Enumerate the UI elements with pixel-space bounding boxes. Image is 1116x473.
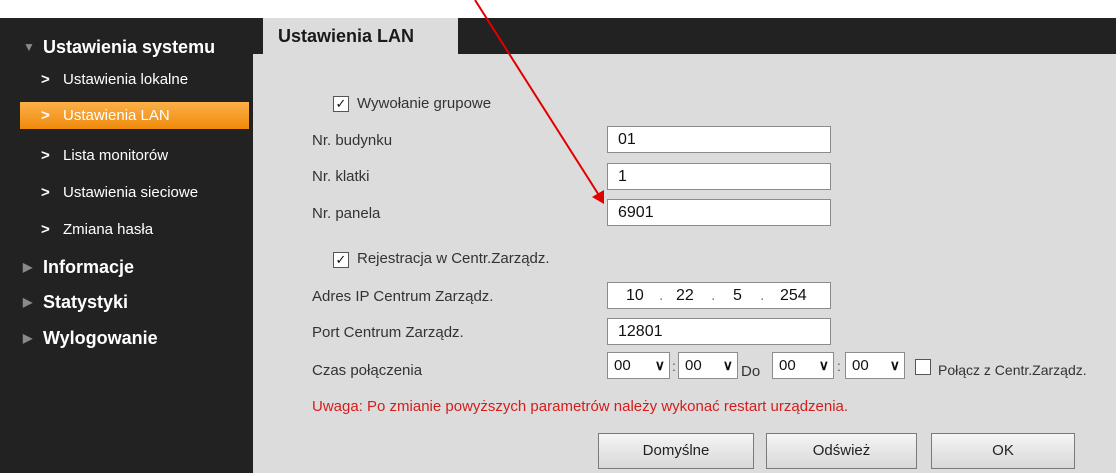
- register-checkbox[interactable]: ✓: [333, 252, 349, 268]
- collapsed-triangle-icon: ▶: [23, 295, 33, 309]
- to-minute-select[interactable]: 00 ∨: [845, 352, 905, 379]
- menu-system-settings[interactable]: ▼ Ustawienia systemu: [0, 32, 253, 62]
- sidebar-item-lan-settings[interactable]: > Ustawienia LAN: [20, 102, 249, 129]
- chevron-right-icon: >: [41, 221, 50, 238]
- building-number-input[interactable]: 01: [607, 126, 831, 153]
- mgmt-ip-input[interactable]: 10 . 22 . 5 . 254: [607, 282, 831, 309]
- sidebar-item-label: Ustawienia lokalne: [63, 71, 189, 88]
- to-label: Do: [741, 363, 761, 380]
- sidebar-item-label: Lista monitorów: [63, 147, 169, 164]
- ip-dot: .: [711, 287, 716, 304]
- from-hour-select[interactable]: 00 ∨: [607, 352, 670, 379]
- sidebar-item-local-settings[interactable]: > Ustawienia lokalne: [20, 66, 249, 93]
- panel-number-label: Nr. panela: [312, 205, 381, 222]
- to-minute-value: 00: [852, 357, 869, 374]
- restart-warning: Uwaga: Po zmianie powyższych parametrów …: [312, 398, 849, 415]
- ok-button[interactable]: OK: [931, 433, 1075, 469]
- group-call-checkbox[interactable]: ✓: [333, 96, 349, 112]
- connect-checkbox[interactable]: [915, 359, 931, 375]
- time-separator: :: [837, 358, 841, 374]
- expanded-triangle-icon: ▼: [23, 40, 35, 54]
- from-minute-value: 00: [685, 357, 702, 374]
- menu-information[interactable]: ▶ Informacje: [0, 252, 253, 282]
- time-separator: :: [672, 358, 676, 374]
- building-number-label: Nr. budynku: [312, 132, 393, 149]
- register-label: Rejestracja w Centr.Zarządz.: [357, 250, 550, 267]
- conn-time-label: Czas połączenia: [312, 362, 423, 379]
- chevron-down-icon: ∨: [654, 357, 665, 373]
- from-minute-select[interactable]: 00 ∨: [678, 352, 738, 379]
- menu-information-label: Informacje: [43, 257, 135, 277]
- mgmt-ip-label: Adres IP Centrum Zarządz.: [312, 288, 494, 305]
- menu-statistics[interactable]: ▶ Statystyki: [0, 287, 253, 317]
- menu-system-settings-label: Ustawienia systemu: [43, 37, 216, 57]
- tab-label: Ustawienia LAN: [278, 26, 415, 46]
- chevron-right-icon: >: [41, 71, 50, 88]
- chevron-down-icon: ∨: [889, 357, 900, 373]
- menu-statistics-label: Statystyki: [43, 292, 129, 312]
- panel-number-input[interactable]: 6901: [607, 199, 831, 226]
- sidebar-item-change-password[interactable]: > Zmiana hasła: [20, 216, 249, 243]
- mgmt-port-input[interactable]: 12801: [607, 318, 831, 345]
- chevron-down-icon: ∨: [722, 357, 733, 373]
- to-hour-select[interactable]: 00 ∨: [772, 352, 834, 379]
- menu-logout[interactable]: ▶ Wylogowanie: [0, 323, 253, 353]
- from-hour-value: 00: [614, 357, 631, 374]
- stairwell-number-input[interactable]: 1: [607, 163, 831, 190]
- chevron-right-icon: >: [41, 147, 50, 164]
- ip-octet: 254: [780, 287, 807, 304]
- ip-dot: .: [760, 287, 765, 304]
- group-call-label: Wywołanie grupowe: [357, 95, 492, 112]
- to-hour-value: 00: [779, 357, 796, 374]
- default-button[interactable]: Domyślne: [598, 433, 754, 469]
- menu-logout-label: Wylogowanie: [43, 328, 158, 348]
- connect-label: Połącz z Centr.Zarządz.: [938, 362, 1087, 378]
- ip-octet: 10: [626, 287, 644, 304]
- chevron-down-icon: ∨: [818, 357, 829, 373]
- refresh-button[interactable]: Odśwież: [766, 433, 917, 469]
- sidebar-item-label: Zmiana hasła: [63, 221, 154, 238]
- ip-octet: 5: [733, 287, 742, 304]
- collapsed-triangle-icon: ▶: [23, 331, 33, 345]
- collapsed-triangle-icon: ▶: [23, 260, 33, 274]
- sidebar: ▼ Ustawienia systemu > Ustawienia lokaln…: [0, 18, 253, 473]
- ip-dot: .: [659, 287, 664, 304]
- sidebar-item-label: Ustawienia LAN: [63, 107, 170, 124]
- mgmt-port-label: Port Centrum Zarządz.: [312, 324, 464, 341]
- tab-lan-settings[interactable]: Ustawienia LAN: [263, 18, 458, 57]
- stairwell-number-label: Nr. klatki: [312, 168, 370, 185]
- sidebar-item-monitor-list[interactable]: > Lista monitorów: [20, 142, 249, 169]
- sidebar-item-network-settings[interactable]: > Ustawienia sieciowe: [20, 179, 249, 206]
- ip-octet: 22: [676, 287, 694, 304]
- sidebar-item-label: Ustawienia sieciowe: [63, 184, 199, 201]
- chevron-right-icon: >: [41, 184, 50, 201]
- chevron-right-icon: >: [41, 107, 50, 124]
